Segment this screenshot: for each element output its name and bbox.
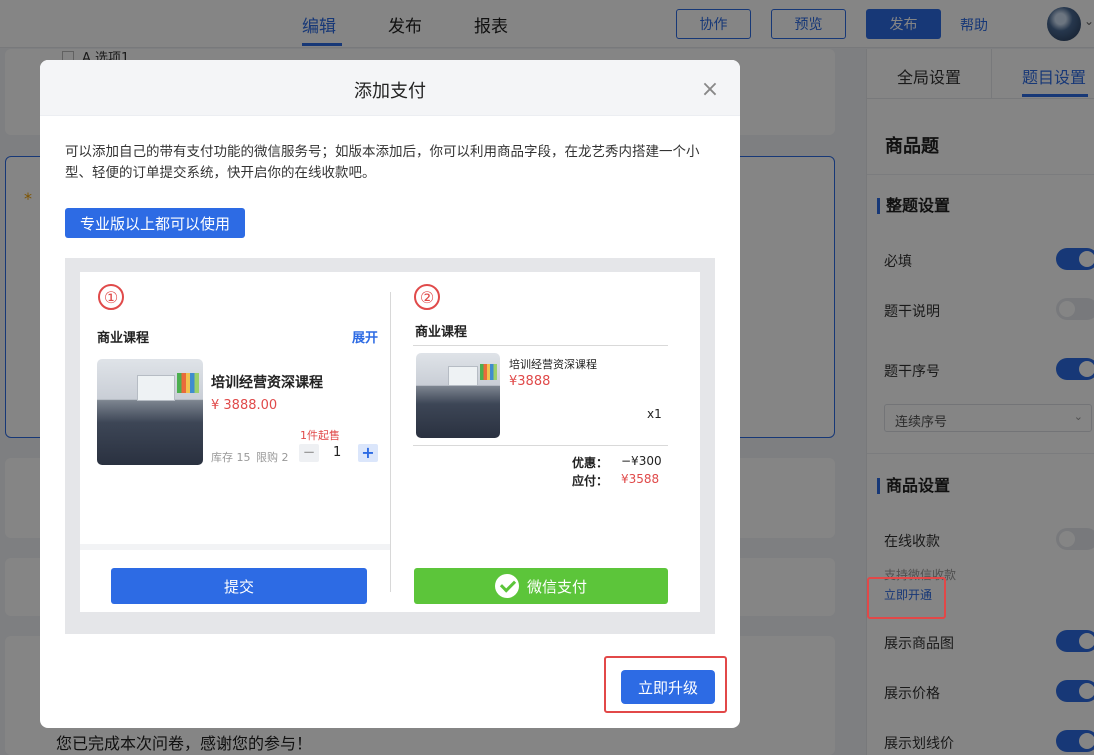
wechat-check-icon (494, 574, 519, 598)
stock-text: 库存 15 (211, 451, 251, 464)
dialog-header: 添加支付 × (40, 60, 740, 116)
divider (413, 445, 668, 446)
minus-button: − (299, 444, 319, 462)
image-chart (177, 373, 199, 393)
divider (390, 292, 391, 592)
pro-version-badge: 专业版以上都可以使用 (65, 208, 246, 238)
image-whiteboard (448, 366, 478, 386)
product-name: 培训经营资深课程 (509, 358, 597, 371)
step-2-section: 商业课程 (415, 325, 468, 340)
payable-value: ¥3588 (621, 472, 660, 486)
highlight-box (604, 656, 727, 713)
payment-preview: ① 商业课程 展开 培训经营资深课程 ¥ 3888.00 1件起售 库存 15 … (65, 258, 715, 634)
close-icon[interactable]: × (700, 79, 720, 101)
step-1-section: 商业课程 (97, 331, 150, 346)
product-price: ¥ 3888.00 (211, 398, 278, 413)
quantity-text: x1 (647, 407, 662, 421)
divider (413, 345, 668, 346)
image-chart (480, 364, 497, 380)
preview-submit-button: 提交 (111, 568, 367, 604)
plus-button: + (358, 444, 378, 462)
discount-label: 优惠： (572, 456, 609, 470)
product-image (97, 359, 203, 465)
min-purchase-note: 1件起售 (300, 429, 340, 442)
product-price: ¥3888 (509, 374, 551, 389)
step-1-badge: ① (98, 284, 124, 310)
step-2-badge: ② (414, 284, 440, 310)
limit-text: 限购 2 (256, 451, 289, 464)
product-image (416, 353, 500, 438)
quantity-value: 1 (333, 445, 342, 460)
preview-card: ① 商业课程 展开 培训经营资深课程 ¥ 3888.00 1件起售 库存 15 … (80, 272, 700, 612)
divider (80, 544, 390, 550)
payable-label: 应付： (572, 474, 609, 488)
discount-value: −¥300 (621, 454, 662, 468)
wechat-pay-button: 微信支付 (414, 568, 668, 604)
dialog-title: 添加支付 (354, 81, 426, 102)
highlight-box (867, 577, 946, 619)
wechat-pay-label: 微信支付 (526, 577, 587, 596)
image-whiteboard (137, 375, 175, 401)
expand-link: 展开 (352, 331, 379, 346)
dialog-description: 可以添加自己的带有支付功能的微信服务号；如版本添加后，你可以利用商品字段，在龙艺… (65, 144, 700, 181)
product-name: 培训经营资深课程 (211, 375, 323, 391)
add-payment-dialog: 添加支付 × 可以添加自己的带有支付功能的微信服务号；如版本添加后，你可以利用商… (40, 60, 740, 728)
